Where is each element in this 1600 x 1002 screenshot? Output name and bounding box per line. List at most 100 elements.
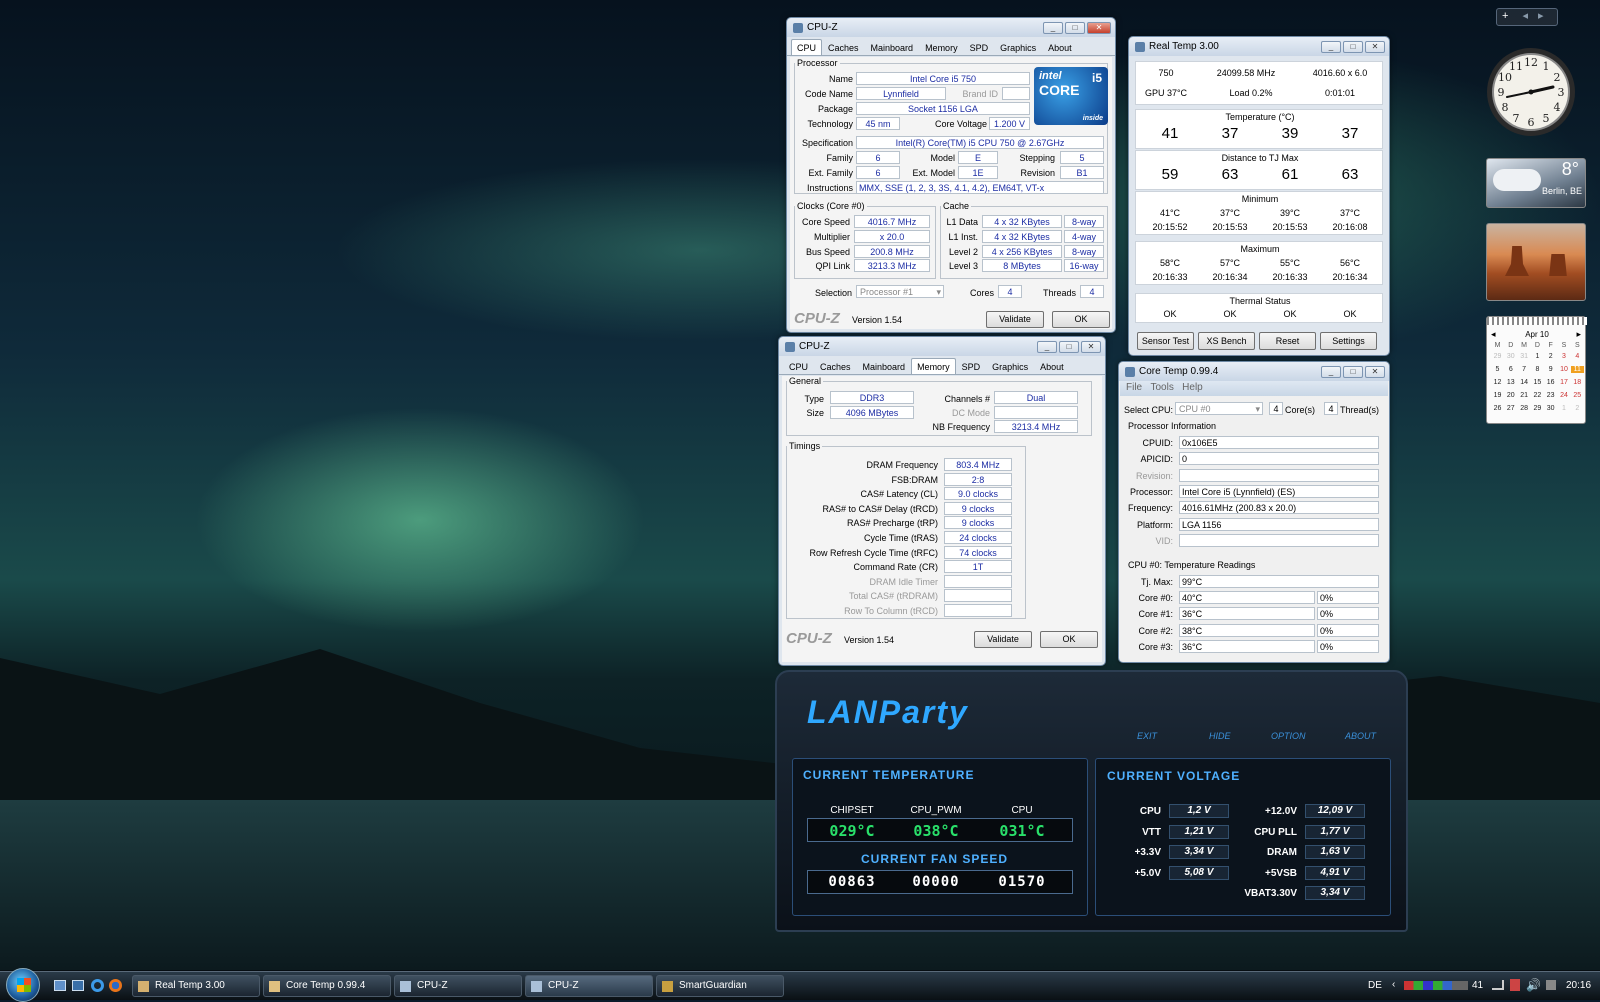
internet-explorer-icon[interactable] — [91, 979, 104, 992]
safely-remove-icon[interactable] — [1510, 979, 1520, 991]
next-icon[interactable]: ▸ — [1538, 10, 1544, 22]
cpuz-window-cpu[interactable]: CPU-Z _ □ ✕ CPU Caches Mainboard Memory SPD Gra… — [786, 17, 1116, 333]
lanparty-smartguardian-window[interactable]: LANParty EXIT HIDE OPTION ABOUT CURRENT … — [775, 670, 1408, 932]
calendar-day[interactable]: 7 — [1518, 366, 1531, 373]
tab-graphics[interactable]: Graphics — [994, 39, 1042, 55]
cpu-select[interactable]: CPU #0 ▾ — [1175, 402, 1263, 415]
calendar-day[interactable]: 13 — [1504, 379, 1517, 386]
calendar-day[interactable]: 3 — [1558, 353, 1571, 360]
tray-expand-icon[interactable]: ‹ — [1392, 979, 1395, 990]
calendar-day[interactable]: 15 — [1531, 379, 1544, 386]
calendar-day[interactable]: 10 — [1558, 366, 1571, 373]
show-desktop-icon[interactable] — [54, 980, 66, 991]
calendar-day[interactable]: 29 — [1531, 405, 1544, 412]
about-button[interactable]: ABOUT — [1345, 731, 1376, 741]
hide-button[interactable]: HIDE — [1209, 731, 1231, 741]
calendar-day[interactable]: 14 — [1518, 379, 1531, 386]
titlebar[interactable]: CPU-Z _ □ ✕ — [787, 18, 1115, 37]
calendar-day[interactable]: 18 — [1571, 379, 1584, 386]
close-button[interactable]: ✕ — [1365, 365, 1385, 378]
tab-memory[interactable]: Memory — [911, 358, 956, 374]
calendar-day[interactable]: 22 — [1531, 392, 1544, 399]
tab-about[interactable]: About — [1034, 358, 1070, 374]
language-indicator[interactable]: DE — [1368, 980, 1382, 991]
switch-windows-icon[interactable] — [72, 980, 84, 991]
tab-mainboard[interactable]: Mainboard — [865, 39, 920, 55]
calendar-day[interactable]: 1 — [1558, 405, 1571, 412]
calendar-day[interactable]: 6 — [1504, 366, 1517, 373]
calendar-day[interactable]: 30 — [1544, 405, 1557, 412]
calendar-day[interactable]: 17 — [1558, 379, 1571, 386]
tab-graphics[interactable]: Graphics — [986, 358, 1034, 374]
calendar-day[interactable]: 21 — [1518, 392, 1531, 399]
tab-cpu[interactable]: CPU — [783, 358, 814, 374]
minimize-button[interactable]: _ — [1037, 340, 1057, 353]
menu-file[interactable]: File — [1126, 382, 1142, 393]
close-button[interactable]: ✕ — [1081, 340, 1101, 353]
taskbar-item-cpuz-2[interactable]: CPU-Z — [525, 975, 653, 997]
network-icon[interactable] — [1492, 980, 1504, 990]
calendar-day[interactable]: 19 — [1491, 392, 1504, 399]
maximize-button[interactable]: □ — [1059, 340, 1079, 353]
coretemp-window[interactable]: Core Temp 0.99.4 _ □ ✕ File Tools Help Sel… — [1118, 361, 1390, 663]
next-month-icon[interactable]: ▸ — [1576, 329, 1581, 340]
calendar-day[interactable]: 24 — [1558, 392, 1571, 399]
maximize-button[interactable]: □ — [1065, 21, 1085, 34]
add-gadget-icon[interactable]: + — [1502, 10, 1508, 22]
menu-help[interactable]: Help — [1182, 382, 1203, 393]
taskbar-item-coretemp[interactable]: Core Temp 0.99.4 — [263, 975, 391, 997]
sensor-test-button[interactable]: Sensor Test — [1137, 332, 1194, 350]
taskbar-item-realtemp[interactable]: Real Temp 3.00 — [132, 975, 260, 997]
minimize-button[interactable]: _ — [1321, 365, 1341, 378]
calendar-day[interactable]: 8 — [1531, 366, 1544, 373]
calendar-day[interactable]: 11 — [1570, 366, 1584, 373]
calendar-day[interactable]: 12 — [1491, 379, 1504, 386]
calendar-day[interactable]: 20 — [1504, 392, 1517, 399]
validate-button[interactable]: Validate — [974, 631, 1032, 648]
reset-button[interactable]: Reset — [1259, 332, 1316, 350]
validate-button[interactable]: Validate — [986, 311, 1044, 328]
calendar-day[interactable]: 5 — [1491, 366, 1504, 373]
volume-icon[interactable]: 🔊 — [1526, 978, 1541, 992]
close-button[interactable]: ✕ — [1365, 40, 1385, 53]
tab-memory[interactable]: Memory — [919, 39, 964, 55]
calendar-day[interactable]: 1 — [1531, 353, 1544, 360]
taskbar-item-cpuz-1[interactable]: CPU-Z — [394, 975, 522, 997]
minimize-button[interactable]: _ — [1321, 40, 1341, 53]
tray-extra-icon[interactable] — [1546, 980, 1556, 990]
minimize-button[interactable]: _ — [1043, 21, 1063, 34]
maximize-button[interactable]: □ — [1343, 40, 1363, 53]
titlebar[interactable]: Real Temp 3.00 _ □ ✕ — [1129, 37, 1389, 56]
tray-temp-icons[interactable] — [1404, 981, 1468, 990]
calendar-day[interactable]: 16 — [1544, 379, 1557, 386]
calendar-day[interactable]: 23 — [1544, 392, 1557, 399]
tab-spd[interactable]: SPD — [956, 358, 987, 374]
tab-caches[interactable]: Caches — [822, 39, 865, 55]
calendar-day[interactable]: 29 — [1491, 353, 1504, 360]
calendar-day[interactable]: 27 — [1504, 405, 1517, 412]
settings-button[interactable]: Settings — [1320, 332, 1377, 350]
tab-spd[interactable]: SPD — [964, 39, 995, 55]
calendar-day[interactable]: 2 — [1544, 353, 1557, 360]
processor-select[interactable]: Processor #1 ▾ — [856, 285, 944, 298]
clock-time[interactable]: 20:16 — [1566, 980, 1591, 991]
close-button[interactable]: ✕ — [1087, 21, 1111, 34]
calendar-day[interactable]: 4 — [1571, 353, 1584, 360]
menu-tools[interactable]: Tools — [1150, 382, 1173, 393]
ok-button[interactable]: OK — [1040, 631, 1098, 648]
prev-icon[interactable]: ◂ — [1522, 10, 1528, 22]
titlebar[interactable]: CPU-Z _ □ ✕ — [779, 337, 1105, 356]
tab-caches[interactable]: Caches — [814, 358, 857, 374]
calendar-day[interactable]: 31 — [1518, 353, 1531, 360]
calendar-day[interactable]: 28 — [1518, 405, 1531, 412]
tab-about[interactable]: About — [1042, 39, 1078, 55]
calendar-gadget[interactable]: ◂ Apr 10 ▸ M D M D F S S 29 30 31 1 2 3 4 5 6 7 8 9 10 11 12 1… — [1486, 316, 1587, 424]
ok-button[interactable]: OK — [1052, 311, 1110, 328]
maximize-button[interactable]: □ — [1343, 365, 1363, 378]
tab-cpu[interactable]: CPU — [791, 39, 823, 55]
option-button[interactable]: OPTION — [1271, 731, 1306, 741]
tab-mainboard[interactable]: Mainboard — [857, 358, 912, 374]
exit-button[interactable]: EXIT — [1137, 731, 1157, 741]
calendar-day[interactable]: 26 — [1491, 405, 1504, 412]
calendar-day[interactable]: 2 — [1571, 405, 1584, 412]
